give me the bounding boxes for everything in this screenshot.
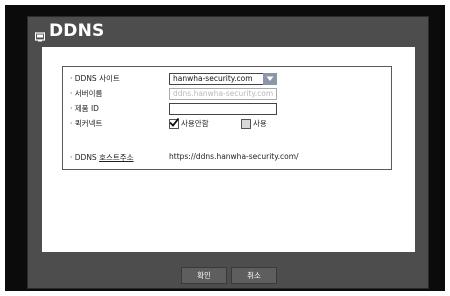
ddns-site-value: hanwha-security.com — [173, 74, 253, 83]
ddns-dialog: DDNS · DDNS 사이트 hanwha-security.com · 서버… — [27, 16, 429, 289]
ddns-host-address: https://ddns.hanwha-security.com/ — [169, 152, 299, 161]
server-name-label: · 서버이름 — [70, 89, 103, 98]
quick-connect-off-checkbox[interactable] — [169, 118, 179, 129]
ddns-site-label: · DDNS 사이트 — [70, 74, 120, 83]
dialog-title: DDNS — [49, 21, 105, 41]
footer-bar: 확인 취소 — [28, 252, 428, 288]
cancel-button[interactable]: 취소 — [231, 267, 277, 284]
chevron-down-icon[interactable] — [263, 73, 277, 85]
quick-connect-label: · 퀵커넥트 — [70, 119, 103, 128]
app-frame: DDNS · DDNS 사이트 hanwha-security.com · 서버… — [5, 5, 445, 291]
checkmark-icon — [169, 118, 179, 127]
ddns-host-label-prefix: · DDNS — [70, 153, 100, 162]
quick-connect-on-label: 사용 — [253, 119, 267, 128]
ddns-host-label: · DDNS 호스트주소 — [70, 152, 134, 163]
product-id-input[interactable] — [169, 103, 277, 115]
monitor-icon — [34, 27, 46, 42]
server-name-field: ddns.hanwha-security.com — [169, 88, 277, 100]
product-id-label: · 제품 ID — [70, 104, 99, 113]
title-bar: DDNS — [28, 17, 428, 45]
content-panel: · DDNS 사이트 hanwha-security.com · 서버이름 dd… — [42, 47, 415, 252]
ddns-host-label-underlined: 호스트주소 — [99, 153, 134, 162]
quick-connect-on-checkbox[interactable] — [241, 119, 251, 129]
settings-box: · DDNS 사이트 hanwha-security.com · 서버이름 dd… — [62, 66, 392, 170]
quick-connect-off-label: 사용안함 — [181, 119, 209, 128]
ddns-site-select[interactable]: hanwha-security.com — [169, 73, 277, 85]
server-name-value: ddns.hanwha-security.com — [173, 89, 274, 98]
ok-button[interactable]: 확인 — [181, 267, 227, 284]
